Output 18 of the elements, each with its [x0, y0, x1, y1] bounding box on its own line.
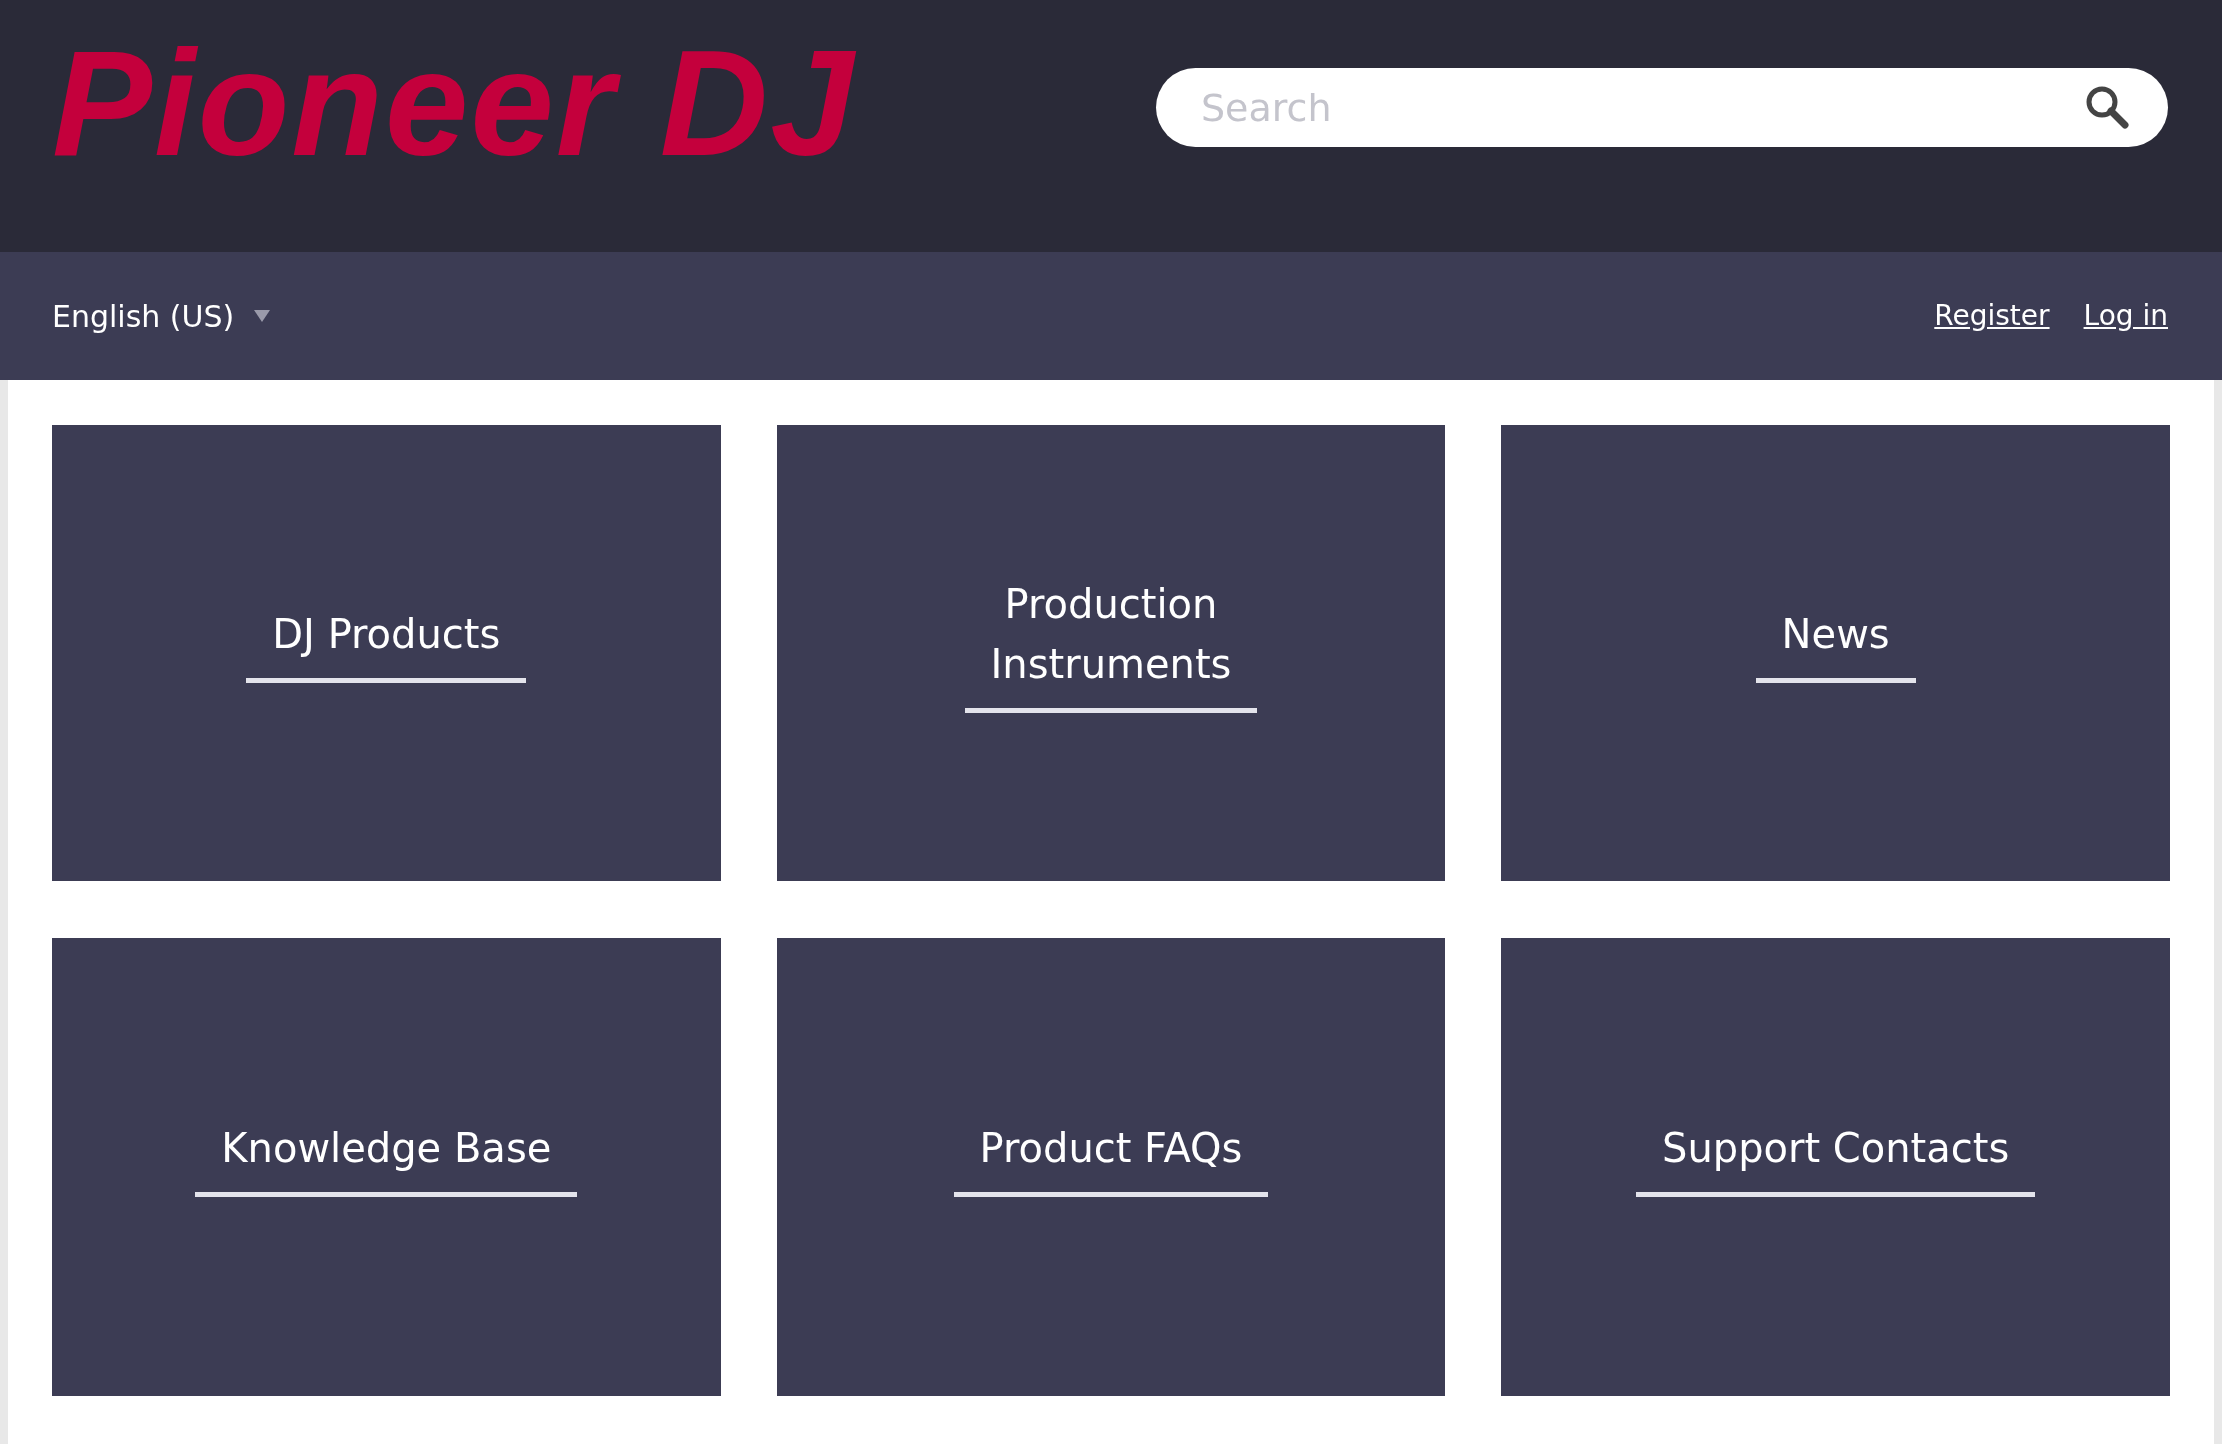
nav-link[interactable]: Register [1934, 295, 2050, 337]
tile-label: Support Contacts [1661, 1123, 2011, 1173]
tile-label: Product FAQs [978, 1123, 1244, 1173]
tile-label: DJ Products [271, 609, 502, 659]
caret-icon [254, 310, 271, 322]
category-tile[interactable]: News [1501, 425, 2170, 881]
category-tile[interactable]: Knowledge Base [52, 938, 721, 1396]
nav-link[interactable]: Log in [2083, 295, 2168, 337]
language-selector[interactable]: English (US) [52, 293, 271, 339]
category-tile[interactable]: Support Contacts [1501, 938, 2170, 1396]
search-icon[interactable] [2084, 84, 2130, 130]
search-field[interactable]: Search [1156, 68, 2168, 147]
tile-label: Production Instruments [989, 579, 1233, 689]
category-tile[interactable]: Product FAQs [776, 938, 1446, 1396]
tile-label: News [1780, 609, 1891, 659]
tile-label: Knowledge Base [220, 1123, 553, 1173]
category-tile[interactable]: Production Instruments [776, 425, 1446, 881]
category-tile[interactable]: DJ Products [52, 425, 721, 881]
